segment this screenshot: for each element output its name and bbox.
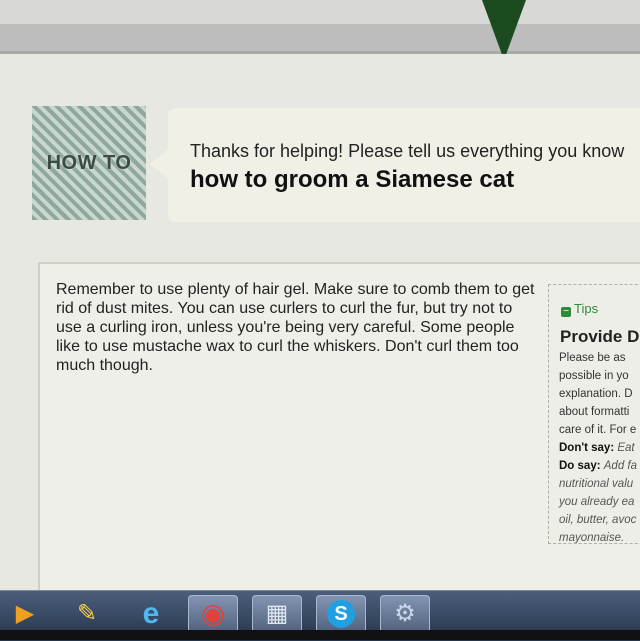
tips-line: Please be as xyxy=(559,352,626,364)
prompt-intro: Thanks for helping! Please tell us every… xyxy=(190,141,625,161)
do-say-value: Add fa xyxy=(603,460,637,472)
media-player-icon: ▶ xyxy=(15,600,35,627)
taskbar-skype[interactable]: S xyxy=(316,595,366,633)
taskbar-paint[interactable]: ✎ xyxy=(62,595,112,633)
tips-line: oil, butter, avoc xyxy=(559,514,637,526)
tips-title: Provide D xyxy=(560,327,640,346)
question-bubble: Thanks for helping! Please tell us every… xyxy=(168,108,640,222)
tips-line: explanation. D xyxy=(559,388,633,400)
taskbar-media-player[interactable]: ▶ xyxy=(0,595,50,633)
tips-body: Please be as possible in yo explanation.… xyxy=(559,349,640,544)
dont-say-line: Don't say: Eat xyxy=(559,442,635,454)
taskbar-calculator[interactable]: ▦ xyxy=(252,595,302,633)
collapse-icon[interactable]: − xyxy=(561,307,571,317)
dont-say-label: Don't say xyxy=(559,442,611,454)
howto-badge-text: HOW TO xyxy=(46,151,132,174)
taskbar-internet-explorer[interactable]: e xyxy=(126,595,176,633)
tips-panel: − Tips Provide D Please be as possible in… xyxy=(548,284,640,544)
tips-line: mayonnaise. xyxy=(559,532,625,544)
howto-badge: HOW TO xyxy=(32,106,146,220)
speech-bubble-tail xyxy=(150,148,170,180)
browser-top-area xyxy=(0,0,640,24)
tips-line: possible in yo xyxy=(559,370,629,382)
dont-say-value: Eat xyxy=(617,442,635,454)
article-title: how to groom a Siamese cat xyxy=(190,166,515,193)
chrome-icon: ◉ xyxy=(200,598,226,629)
tips-line: nutritional valu xyxy=(559,478,634,490)
taskbar-chrome[interactable]: ◉ xyxy=(188,595,238,633)
control-panel-icon: ⚙ xyxy=(394,600,416,627)
tips-line: you already ea xyxy=(559,496,635,508)
taskbar-control-panel[interactable]: ⚙ xyxy=(380,595,430,633)
do-say-label: Do say xyxy=(559,460,597,472)
answer-text[interactable]: Remember to use plenty of hair gel. Make… xyxy=(56,280,536,375)
monitor-bezel xyxy=(0,630,640,640)
calculator-icon: ▦ xyxy=(265,600,289,627)
tips-toggle[interactable]: − Tips xyxy=(561,301,598,317)
paint-icon: ✎ xyxy=(76,600,98,627)
green-pointer-arrow-icon xyxy=(482,0,526,60)
site-header-band xyxy=(0,24,640,54)
internet-explorer-icon: e xyxy=(142,597,160,630)
tips-line: about formatti xyxy=(559,406,630,418)
do-say-line: Do say: Add fa xyxy=(559,460,637,472)
tips-label: Tips xyxy=(574,301,599,316)
tips-line: care of it. For e xyxy=(559,424,637,436)
skype-icon: S xyxy=(327,600,355,628)
